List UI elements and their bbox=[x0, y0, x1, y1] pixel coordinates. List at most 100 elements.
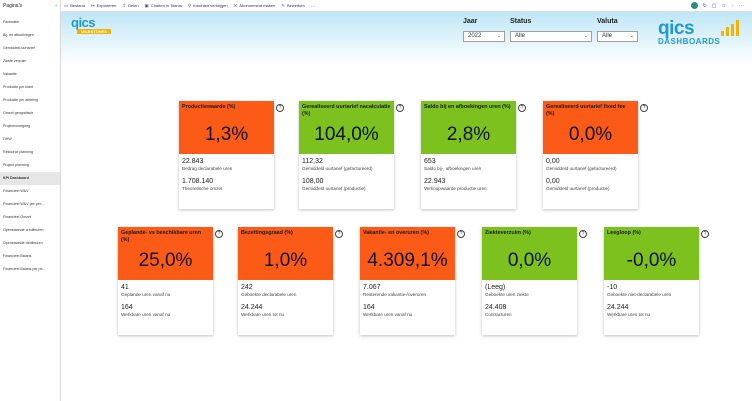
toolbar-right: ↻ ▢ ☆ ◌ ⋯ bbox=[686, 2, 744, 9]
page-item[interactable]: Financieel W&V bbox=[0, 185, 60, 198]
kpi-detail-caption: Werkbare uren vanaf nu bbox=[121, 312, 171, 317]
toolbar-label: Chatten in Teams bbox=[150, 3, 182, 8]
kpi-detail-value: 24.244 bbox=[241, 304, 263, 311]
kpi-detail-value: (Leeg) bbox=[485, 284, 506, 291]
kpi-detail-value: 242 bbox=[241, 284, 253, 291]
collapse-chevron-icon[interactable]: ‹ bbox=[55, 3, 57, 9]
share-icon: ⇪ bbox=[122, 2, 127, 8]
more-options-icon[interactable]: ⋯ bbox=[739, 3, 744, 9]
status-slicer: Status Alle ⌄ bbox=[510, 18, 592, 42]
year-slicer: Jaar 2022 ⌄ bbox=[463, 18, 505, 42]
help-icon[interactable]: ? bbox=[457, 230, 465, 238]
toolbar-label: Delen bbox=[128, 3, 139, 8]
page-item[interactable]: Projectvoortgang bbox=[0, 120, 60, 133]
help-icon[interactable]: ? bbox=[640, 104, 648, 112]
page-item[interactable]: Financieel Balans per pe... bbox=[0, 263, 60, 276]
page-item[interactable]: Openstaande crediteuren bbox=[0, 224, 60, 237]
bestand-button[interactable]: ▭ Bestand bbox=[64, 3, 85, 9]
help-icon[interactable]: ? bbox=[579, 230, 587, 238]
page-item[interactable]: Bij- en afboekingen bbox=[0, 29, 60, 42]
page-item[interactable]: Productie per klant bbox=[0, 81, 60, 94]
kpi-card-header: Vakantie- en overuren (%) 4.309,1% bbox=[360, 227, 455, 280]
page-item[interactable]: Ziekte verzuim bbox=[0, 55, 60, 68]
kpi-value: 2,8% bbox=[446, 124, 491, 145]
inzichten-verkrijgen-button[interactable]: ⚲ Inzichten verkrijgen bbox=[188, 3, 228, 9]
kpi-detail-value: 0,00 bbox=[546, 158, 560, 165]
kpi-title: Gerealiseerd uurtarief fixed fee (%) bbox=[546, 104, 626, 117]
page-item[interactable]: KPI Dashboard bbox=[0, 172, 60, 185]
kpi-value: 25,0% bbox=[138, 250, 193, 271]
avatar[interactable] bbox=[690, 2, 698, 9]
kpi-card[interactable]: Gerealiseerd uurtarief fixed fee (%) 0,0%… bbox=[543, 101, 638, 209]
page-item[interactable]: Financieel Omzet bbox=[0, 211, 60, 224]
status-dropdown[interactable]: Alle ⌄ bbox=[510, 31, 592, 42]
view-icon[interactable]: ▢ bbox=[712, 3, 717, 9]
kpi-card[interactable]: Bezettingsgraad (%) 1,0% 242 Geboekte decla… bbox=[238, 227, 333, 335]
kpi-detail-value: 7.067 bbox=[363, 284, 381, 291]
page-item[interactable]: Financieel W&V per per... bbox=[0, 198, 60, 211]
qics-milestones-logo: qics MILESTONES bbox=[71, 16, 119, 35]
currency-value: Alle bbox=[602, 33, 613, 39]
bookmark-icon[interactable]: ☆ bbox=[722, 3, 726, 9]
kpi-title: Saldo bij en afboekingen uren (%) bbox=[424, 104, 511, 110]
report-canvas: qics MILESTONES Jaar 2022 ⌄ Status Alle … bbox=[61, 12, 752, 401]
page-item[interactable]: Omzet geografisch bbox=[0, 107, 60, 120]
page-item[interactable]: Financieel Balans bbox=[0, 250, 60, 263]
exporteren-button[interactable]: ↦ Exporteren bbox=[91, 3, 116, 9]
help-icon[interactable]: ? bbox=[215, 230, 223, 238]
subscribe-icon: ✉ bbox=[233, 2, 238, 8]
kpi-card[interactable]: Saldo bij en afboekingen uren (%) 2,8% 653… bbox=[421, 101, 516, 209]
help-icon[interactable]: ? bbox=[701, 230, 709, 238]
bewerken-button[interactable]: ✎ Bewerken bbox=[281, 3, 305, 9]
kpi-card[interactable]: Geplande- vs beschikbare uren (%) 25,0% 41… bbox=[118, 227, 213, 335]
kpi-card[interactable]: Productiewaarde (%) 1,3% 22.843 Bedrag decl… bbox=[179, 101, 274, 209]
chevron-down-icon: ⌄ bbox=[629, 33, 634, 39]
help-icon[interactable]: ? bbox=[276, 104, 284, 112]
kpi-detail-caption: Werkbare uren vanaf nu bbox=[363, 312, 413, 317]
chevron-down-icon: ⌄ bbox=[496, 33, 501, 39]
toolbar-label: Bewerken bbox=[287, 3, 305, 8]
more-button[interactable]: … bbox=[311, 3, 318, 8]
kpi-card[interactable]: Gerealiseerd uurtarief nacalculatie (%) 1… bbox=[299, 101, 394, 209]
kpi-card[interactable]: Leegloop (%) -0,0% -10 Geboekte niet-declar… bbox=[604, 227, 699, 335]
kpi-detail-value: 0,00 bbox=[546, 178, 560, 185]
delen-button[interactable]: ⇪ Delen bbox=[122, 3, 138, 9]
chevron-down-icon: ⌄ bbox=[583, 33, 588, 39]
page-item[interactable]: OHW bbox=[0, 133, 60, 146]
abonnement-maken-button[interactable]: ✉ Abonnement maken bbox=[234, 3, 276, 9]
kpi-card[interactable]: Ziekteverzuim (%) 0,0% (Leeg) Geboekte uren… bbox=[482, 227, 577, 335]
pages-pane-header: Pagina's ‹ bbox=[0, 0, 60, 12]
kpi-detail-value: 164 bbox=[363, 304, 375, 311]
chatten-in-teams-button[interactable]: ▣ Chatten in Teams bbox=[145, 3, 182, 9]
kpi-title: Productiewaarde (%) bbox=[182, 104, 236, 110]
year-dropdown[interactable]: 2022 ⌄ bbox=[463, 31, 505, 42]
kpi-detail-value: 22.843 bbox=[182, 158, 204, 165]
reset-icon[interactable]: ↻ bbox=[703, 3, 707, 9]
help-icon[interactable]: ? bbox=[335, 230, 343, 238]
kpi-value: 104,0% bbox=[314, 124, 379, 145]
page-item[interactable]: Facturatie bbox=[0, 16, 60, 29]
help-icon[interactable]: ? bbox=[518, 104, 526, 112]
page-item[interactable]: Productie per afdeling bbox=[0, 94, 60, 107]
logo-right-sub: DASHBOARDS bbox=[658, 37, 721, 46]
export-icon: ↦ bbox=[90, 2, 95, 8]
currency-dropdown[interactable]: Alle ⌄ bbox=[597, 31, 638, 42]
kpi-detail-value: 1.708.140 bbox=[182, 178, 214, 185]
page-item[interactable]: Openstaande debiteuren bbox=[0, 237, 60, 250]
kpi-detail-value: 24.408 bbox=[485, 304, 507, 311]
status-slicer-label: Status bbox=[510, 18, 532, 25]
kpi-card[interactable]: Vakantie- en overuren (%) 4.309,1% 7.067 Re… bbox=[360, 227, 455, 335]
page-item[interactable]: Resource planning bbox=[0, 146, 60, 159]
edit-icon: ✎ bbox=[281, 2, 286, 8]
kpi-card-header: Gerealiseerd uurtarief nacalculatie (%) 1… bbox=[299, 101, 394, 154]
header-banner bbox=[61, 12, 752, 65]
kpi-detail-caption: Verkoopwaarde productie uren bbox=[424, 186, 487, 191]
page-item[interactable]: Gemiddeld uurtarief bbox=[0, 42, 60, 55]
kpi-detail-value: 164 bbox=[121, 304, 133, 311]
page-item[interactable]: Project planning bbox=[0, 159, 60, 172]
comment-icon[interactable]: ◌ bbox=[731, 3, 734, 9]
page-item[interactable]: Vakantie bbox=[0, 68, 60, 81]
kpi-value: 1,0% bbox=[263, 250, 308, 271]
help-icon[interactable]: ? bbox=[396, 104, 404, 112]
kpi-value: 4.309,1% bbox=[367, 250, 448, 271]
